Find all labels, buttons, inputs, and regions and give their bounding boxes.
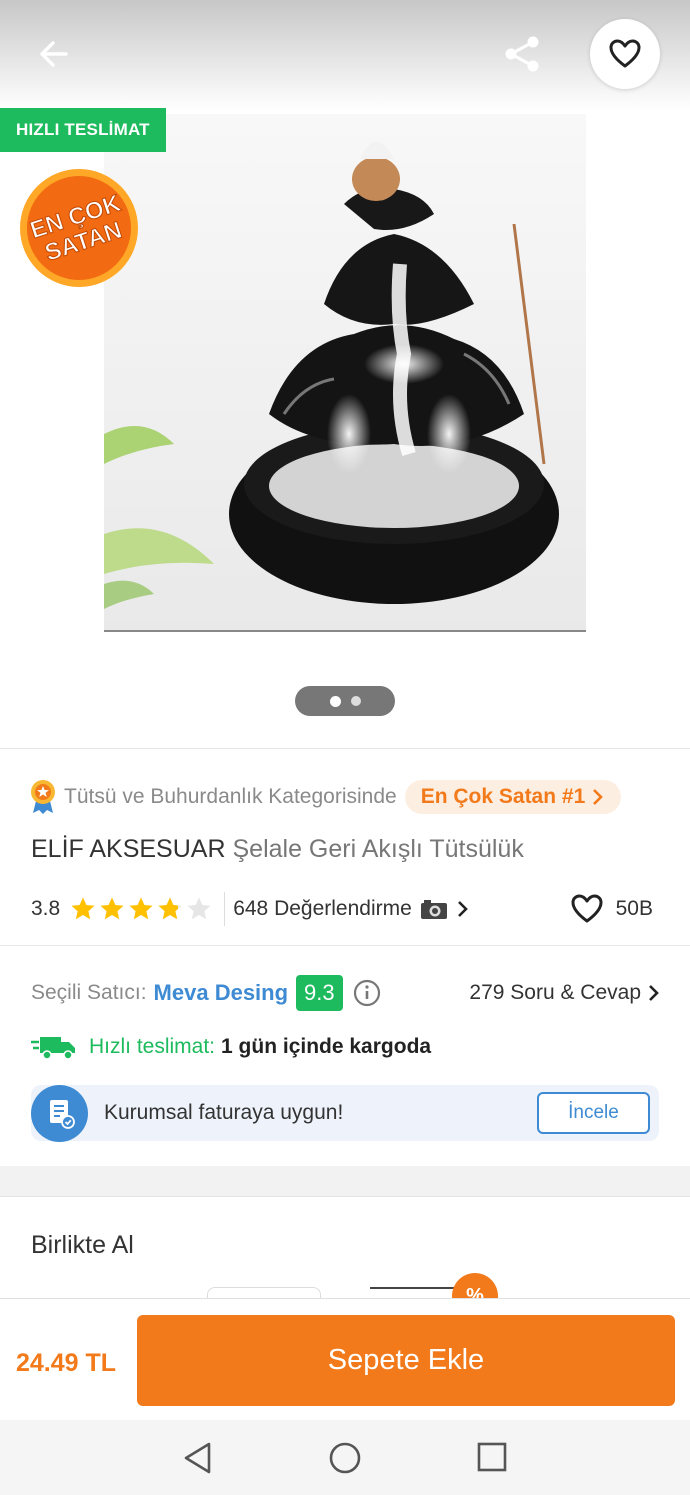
category-rank-row[interactable]: Tütsü ve Buhurdanlık Kategorisinde En Ço… [30,779,622,815]
rating-row[interactable]: 3.8 648 Değerlendirme 50B [31,891,661,927]
star-full-icon [129,897,153,920]
product-gallery[interactable]: HIZLI TESLİMAT EN ÇOK SATAN [0,0,690,748]
bestseller-badge: EN ÇOK SATAN [19,168,139,288]
nav-back-icon[interactable] [182,1441,214,1475]
nav-home-icon[interactable] [328,1441,362,1475]
seller-label: Seçili Satıcı: [31,981,147,1004]
qa-label: 279 Soru & Cevap [469,981,641,1004]
star-empty-icon [187,897,211,920]
share-icon [505,36,539,72]
star-mostly-full-icon [158,897,182,920]
rating-value: 3.8 [31,897,61,920]
share-button[interactable] [498,30,546,78]
chevron-right-icon [457,901,468,917]
questions-answers-link[interactable]: 279 Soru & Cevap [469,973,661,1013]
info-icon[interactable] [353,979,381,1007]
divider [224,892,226,926]
product-brand[interactable]: ELİF AKSESUAR [31,835,226,863]
incense-burner-illustration [104,114,586,630]
header-gradient [0,0,690,110]
bottom-action-bar: 24.49 TL Sepete Ekle [0,1298,690,1420]
chevron-right-icon [649,985,659,1001]
delivery-row: Hızlı teslimat: 1 gün içinde kargoda [31,1029,431,1065]
receipt-icon [49,1100,75,1129]
corporate-invoice-banner: Kurumsal faturaya uygun! İncele [31,1084,659,1142]
pager-dot-active[interactable] [329,695,341,707]
medal-icon [31,780,55,814]
fast-delivery-badge: HIZLI TESLİMAT [0,108,166,152]
add-to-cart-button[interactable]: Sepete Ekle [137,1315,675,1406]
star-full-icon [71,897,95,920]
pager-dot[interactable] [350,696,361,706]
back-button[interactable] [30,30,78,78]
product-image[interactable] [104,114,586,632]
delivery-label: Hızlı teslimat: [89,1035,216,1058]
divider [0,945,690,946]
seller-score-badge: 9.3 [296,975,343,1011]
camera-icon [420,900,447,919]
product-info-section: Tütsü ve Buhurdanlık Kategorisinde En Ço… [0,748,690,1166]
review-count[interactable]: 648 Değerlendirme [233,897,412,921]
image-pager[interactable] [295,686,395,716]
favorite-count: 50B [570,891,653,927]
invoice-text: Kurumsal faturaya uygun! [104,1101,344,1124]
star-full-icon [100,897,124,920]
bundle-section: Birlikte Al % [0,1196,690,1319]
system-navigation-bar [0,1420,690,1495]
bestseller-rank-pill[interactable]: En Çok Satan #1 [404,780,622,814]
price: 24.49 TL [16,1349,117,1377]
bundle-title: Birlikte Al [31,1231,134,1259]
seller-name-link[interactable]: Meva Desing [154,980,289,1006]
star-rating [70,896,212,922]
favorite-button[interactable] [590,19,660,89]
heart-outline-icon [609,39,641,68]
product-title: ELİF AKSESUAR Şelale Geri Akışlı Tütsülü… [31,835,524,864]
heart-outline-icon [571,894,603,923]
delivery-value: 1 gün içinde kargoda [221,1035,432,1058]
invoice-icon [31,1084,88,1142]
rank-label: En Çok Satan #1 [420,785,586,808]
bestseller-seal: EN ÇOK SATAN [20,169,138,287]
arrow-left-icon [40,41,68,67]
seller-row: Seçili Satıcı: Meva Desing 9.3 279 Soru … [31,973,661,1013]
category-text: Tütsü ve Buhurdanlık Kategorisinde [64,785,397,808]
product-name: Şelale Geri Akışlı Tütsülük [232,835,524,863]
inspect-button[interactable]: İncele [537,1092,650,1134]
delivery-truck-icon [31,1037,75,1060]
favorite-count-value: 50B [615,897,653,920]
nav-recent-apps-icon[interactable] [476,1441,508,1473]
chevron-right-icon [593,789,604,805]
